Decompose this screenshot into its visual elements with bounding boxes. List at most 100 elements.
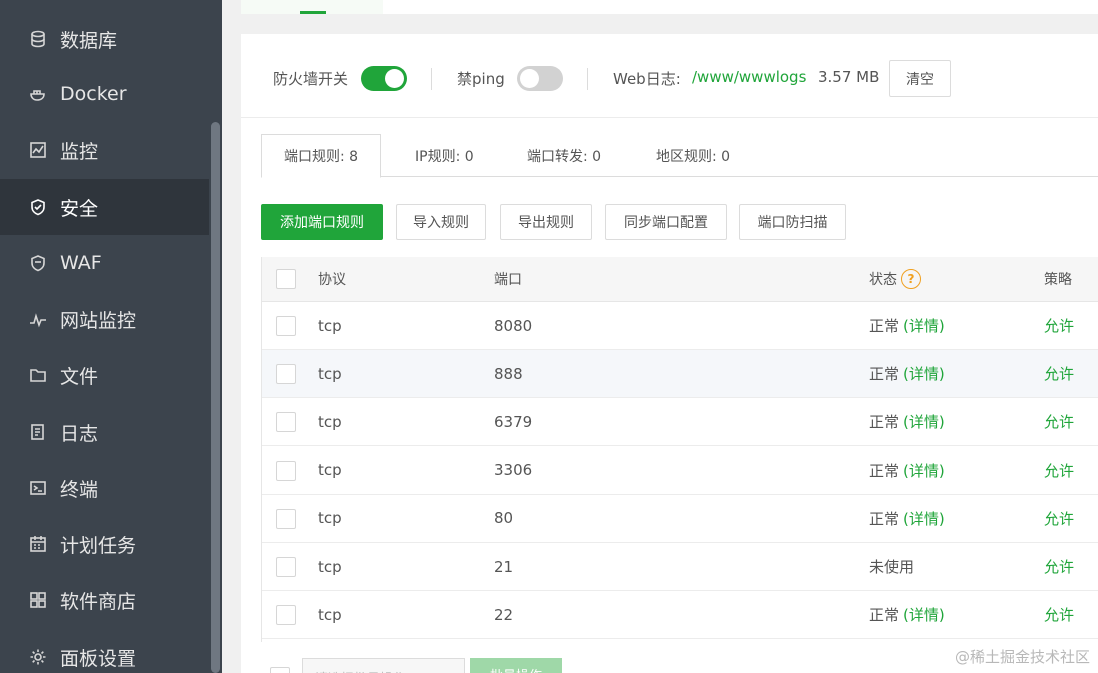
gear-icon [28, 647, 48, 667]
ping-switch-label: 禁ping [457, 70, 505, 88]
cell-policy[interactable]: 允许 [1044, 495, 1074, 542]
sidebar-item-4[interactable]: WAF [0, 235, 209, 291]
row-checkbox[interactable] [276, 364, 296, 385]
status-detail-link[interactable]: (详情) [903, 315, 945, 336]
pulse-icon [28, 309, 48, 329]
row-checkbox[interactable] [276, 412, 296, 433]
select-all-checkbox[interactable] [276, 269, 296, 289]
weblog-size: 3.57 MB [818, 68, 880, 86]
sidebar-item-label: 面板设置 [60, 647, 137, 670]
cell-policy[interactable]: 允许 [1044, 591, 1074, 638]
header-port[interactable]: 端口 [494, 257, 522, 301]
header-policy[interactable]: 策略 [1044, 257, 1072, 301]
export-rules-button[interactable]: 导出规则 [500, 204, 592, 240]
waf-shield-icon [28, 253, 48, 273]
sidebar-item-0[interactable]: 数据库 [0, 11, 209, 67]
port-rules-table: 协议 端口 状态 ? 策略 tcp 8080 正常 (详情) 允许 tcp 888 正常 (详情… [261, 257, 1098, 642]
add-port-rule-button[interactable]: 添加端口规则 [261, 204, 383, 240]
header-status: 状态 ? [869, 257, 921, 301]
cell-port: 80 [494, 509, 514, 528]
table-row[interactable]: tcp 3306 正常 (详情) 允许 [262, 446, 1098, 495]
watermark: @稀土掘金技术社区 [954, 648, 1090, 666]
cell-policy[interactable]: 允许 [1044, 350, 1074, 397]
table-row[interactable]: tcp 6379 正常 (详情) 允许 [262, 398, 1098, 447]
cell-status: 正常 (详情) [869, 302, 945, 349]
status-detail-link[interactable]: (详情) [903, 508, 945, 529]
sidebar-item-3[interactable]: 安全 [0, 179, 209, 235]
cell-port: 22 [494, 605, 514, 624]
row-checkbox[interactable] [276, 316, 296, 336]
sidebar-item-7[interactable]: 日志 [0, 404, 209, 460]
row-checkbox[interactable] [276, 460, 296, 481]
table-row[interactable]: tcp 8080 正常 (详情) 允许 [262, 302, 1098, 350]
import-rules-button[interactable]: 导入规则 [396, 204, 486, 240]
sidebar-item-1[interactable]: Docker [0, 66, 209, 122]
cell-port: 888 [494, 364, 523, 383]
sidebar-item-6[interactable]: 文件 [0, 347, 209, 403]
status-detail-link[interactable]: (详情) [903, 411, 945, 432]
status-detail-link[interactable]: (详情) [903, 460, 945, 481]
status-text: 正常 [869, 509, 900, 528]
toolbar-divider [587, 68, 588, 90]
port-anti-scan-button[interactable]: 端口防扫描 [739, 204, 846, 240]
table-row[interactable]: tcp 80 正常 (详情) 允许 [262, 494, 1098, 543]
sidebar-item-9[interactable]: 计划任务 [0, 516, 209, 572]
sync-port-config-button[interactable]: 同步端口配置 [605, 204, 727, 240]
sidebar-item-8[interactable]: 终端 [0, 460, 209, 516]
help-icon[interactable]: ? [901, 269, 921, 289]
header-protocol[interactable]: 协议 [318, 257, 346, 301]
status-text: 正常 [869, 365, 900, 384]
cell-policy[interactable]: 允许 [1044, 302, 1074, 349]
sidebar-item-label: 安全 [60, 197, 99, 220]
tab-ip-rules[interactable]: IP规则: 0 [415, 134, 474, 177]
monitor-icon [28, 140, 48, 160]
table-row[interactable]: tcp 21 未使用 允许 [262, 543, 1098, 591]
clear-log-button[interactable]: 清空 [889, 60, 951, 97]
sidebar-item-label: 日志 [60, 422, 99, 445]
security-panel: 防火墙开关 禁ping Web日志: /www/wwwlogs 3.57 MB … [241, 34, 1098, 673]
switch-knob [385, 69, 404, 88]
sidebar-item-10[interactable]: 软件商店 [0, 572, 209, 628]
firewall-switch-label: 防火墙开关 [273, 70, 349, 88]
batch-operation-button[interactable]: 批量操作 [470, 658, 562, 673]
cell-policy[interactable]: 允许 [1044, 447, 1074, 494]
table-row[interactable]: tcp 888 正常 (详情) 允许 [262, 350, 1098, 399]
cell-status: 正常 (详情) [869, 447, 945, 494]
status-text: 正常 [869, 606, 900, 625]
status-text: 正常 [869, 461, 900, 480]
row-checkbox[interactable] [276, 508, 296, 529]
batch-operation-select[interactable]: 请选择批量操作 [302, 658, 465, 673]
status-text: 正常 [869, 317, 900, 335]
sidebar-item-label: 计划任务 [60, 534, 137, 557]
cell-policy[interactable]: 允许 [1044, 543, 1074, 590]
status-detail-link[interactable]: (详情) [903, 363, 945, 384]
sidebar-item-11[interactable]: 面板设置 [0, 629, 209, 673]
bottom-select-all-checkbox[interactable] [270, 667, 290, 673]
cell-port: 3306 [494, 461, 533, 480]
cell-status: 正常 (详情) [869, 350, 945, 397]
weblog-path-link[interactable]: /www/wwwlogs [692, 68, 806, 86]
sidebar-item-label: 终端 [60, 478, 99, 501]
table-row[interactable]: tcp 22 正常 (详情) 允许 [262, 591, 1098, 640]
cell-protocol: tcp [318, 412, 342, 431]
row-checkbox[interactable] [276, 557, 296, 577]
sidebar-item-label: WAF [60, 252, 102, 274]
rule-tabs: 端口规则: 8 IP规则: 0 端口转发: 0 地区规则: 0 [261, 134, 1098, 178]
row-checkbox[interactable] [276, 605, 296, 626]
tab-region-rules[interactable]: 地区规则: 0 [656, 134, 730, 177]
tab-port-rules[interactable]: 端口规则: 8 [261, 134, 382, 178]
sidebar-item-label: 软件商店 [60, 590, 137, 613]
sidebar-scroll-thumb[interactable] [211, 122, 220, 673]
cell-policy[interactable]: 允许 [1044, 398, 1074, 445]
log-icon [28, 422, 48, 442]
sidebar-item-label: 网站监控 [60, 309, 137, 332]
sidebar-item-2[interactable]: 监控 [0, 122, 209, 178]
cell-protocol: tcp [318, 364, 342, 383]
sidebar-item-5[interactable]: 网站监控 [0, 291, 209, 347]
tab-port-forward[interactable]: 端口转发: 0 [527, 134, 601, 177]
status-detail-link[interactable]: (详情) [903, 604, 945, 625]
ping-switch[interactable] [517, 66, 563, 91]
switch-knob [520, 69, 539, 88]
weblog-label: Web日志: [613, 70, 681, 88]
firewall-switch[interactable] [361, 66, 407, 91]
